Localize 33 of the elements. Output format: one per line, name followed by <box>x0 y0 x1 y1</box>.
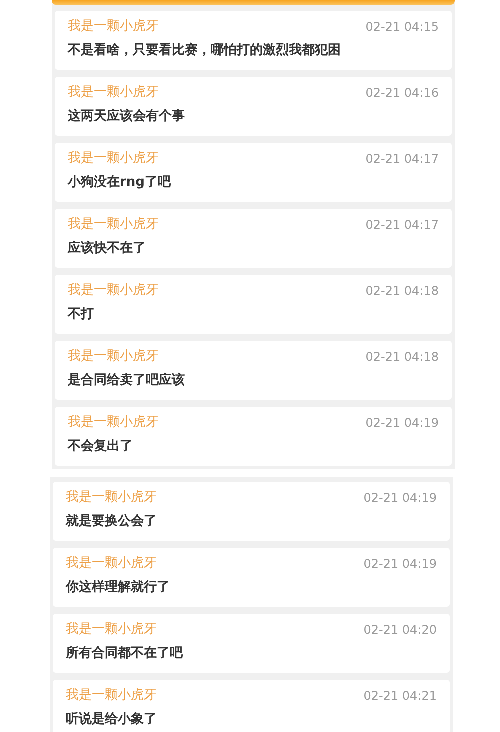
username: 我是一颗小虎牙 <box>68 84 159 102</box>
timestamp: 02-21 04:20 <box>364 622 437 639</box>
message-text: 不打 <box>68 306 95 324</box>
username: 我是一颗小虎牙 <box>68 282 159 300</box>
timestamp: 02-21 04:19 <box>366 415 439 432</box>
timestamp: 02-21 04:18 <box>366 283 439 300</box>
username: 我是一颗小虎牙 <box>68 414 159 432</box>
message-text: 小狗没在rng了吧 <box>68 174 172 192</box>
username: 我是一颗小虎牙 <box>66 687 157 705</box>
message-text: 应该快不在了 <box>68 240 147 258</box>
timestamp: 02-21 04:21 <box>364 688 437 705</box>
username: 我是一颗小虎牙 <box>68 150 159 168</box>
timestamp: 02-21 04:17 <box>366 151 439 168</box>
message-text: 是合同给卖了吧应该 <box>68 372 186 390</box>
message-text: 不是看啥，只要看比赛，哪怕打的激烈我都犯困 <box>68 42 342 60</box>
timestamp: 02-21 04:19 <box>364 490 437 507</box>
timestamp: 02-21 04:15 <box>366 19 439 36</box>
message-text: 所有合同都不在了吧 <box>66 645 184 663</box>
message-text: 你这样理解就行了 <box>66 579 171 597</box>
message-text: 不会复出了 <box>68 438 134 456</box>
timestamp: 02-21 04:16 <box>366 85 439 102</box>
message-text: 听说是给小象了 <box>66 711 158 729</box>
username: 我是一颗小虎牙 <box>66 555 157 573</box>
message-text: 这两天应该会有个事 <box>68 108 186 126</box>
message-text: 就是要换公会了 <box>66 513 158 531</box>
username: 我是一颗小虎牙 <box>68 216 159 234</box>
timestamp: 02-21 04:17 <box>366 217 439 234</box>
username: 我是一颗小虎牙 <box>66 489 157 507</box>
username: 我是一颗小虎牙 <box>68 18 159 36</box>
username: 我是一颗小虎牙 <box>66 621 157 639</box>
timestamp: 02-21 04:18 <box>366 349 439 366</box>
username: 我是一颗小虎牙 <box>68 348 159 366</box>
timestamp: 02-21 04:19 <box>364 556 437 573</box>
